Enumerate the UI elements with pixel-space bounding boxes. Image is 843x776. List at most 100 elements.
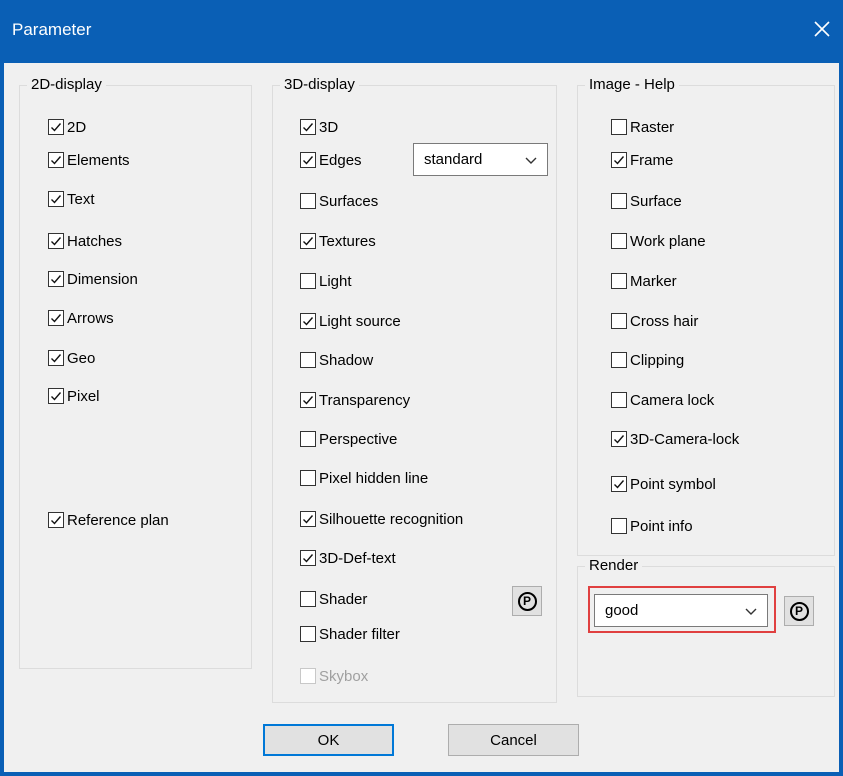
checkbox-label: Shader filter bbox=[319, 625, 400, 643]
checkbox-skybox: Skybox bbox=[300, 664, 368, 688]
checkbox-checked-icon bbox=[300, 152, 316, 168]
checkbox-unchecked-icon bbox=[611, 352, 627, 368]
checkbox-text[interactable]: Text bbox=[48, 187, 95, 211]
shader-parameter-button[interactable]: P bbox=[512, 586, 542, 616]
checkbox-2d[interactable]: 2D bbox=[48, 115, 86, 139]
checkbox-label: Light source bbox=[319, 312, 401, 330]
render-quality-value: good bbox=[605, 602, 639, 619]
checkbox-shadow[interactable]: Shadow bbox=[300, 348, 373, 372]
checkbox-arrows[interactable]: Arrows bbox=[48, 306, 114, 330]
checkbox-label: Cross hair bbox=[630, 312, 699, 330]
checkbox-checked-icon bbox=[48, 233, 64, 249]
checkbox-label: Raster bbox=[630, 118, 675, 136]
checkbox-checked-icon bbox=[48, 152, 64, 168]
checkbox-checked-icon bbox=[300, 313, 316, 329]
checkbox-marker[interactable]: Marker bbox=[611, 269, 677, 293]
checkbox-perspective[interactable]: Perspective bbox=[300, 427, 397, 451]
checkbox-geo[interactable]: Geo bbox=[48, 346, 95, 370]
checkbox-light-source[interactable]: Light source bbox=[300, 309, 401, 333]
cancel-button-label: Cancel bbox=[490, 731, 537, 749]
checkbox-checked-icon bbox=[611, 152, 627, 168]
checkbox-checked-icon bbox=[300, 392, 316, 408]
checkbox-label: Point symbol bbox=[630, 475, 716, 493]
render-quality-select[interactable]: good bbox=[594, 594, 768, 627]
checkbox-surface[interactable]: Surface bbox=[611, 189, 682, 213]
checkbox-textures[interactable]: Textures bbox=[300, 229, 376, 253]
checkbox-unchecked-icon bbox=[611, 518, 627, 534]
checkbox-label: Frame bbox=[630, 151, 674, 169]
checkbox-label: Skybox bbox=[319, 667, 369, 685]
checkbox-3d-def-text[interactable]: 3D-Def-text bbox=[300, 546, 396, 570]
checkbox-label: Point info bbox=[630, 517, 693, 535]
group-2d-display-legend: 2D-display bbox=[27, 75, 106, 95]
checkbox-label: 2D bbox=[67, 118, 87, 136]
checkbox-clipping[interactable]: Clipping bbox=[611, 348, 684, 372]
checkbox-3d[interactable]: 3D bbox=[300, 115, 338, 139]
checkbox-checked-icon bbox=[48, 191, 64, 207]
checkbox-label: 3D-Def-text bbox=[319, 549, 396, 567]
checkbox-elements[interactable]: Elements bbox=[48, 148, 130, 172]
group-image-help-legend: Image - Help bbox=[585, 75, 679, 95]
ok-button[interactable]: OK bbox=[263, 724, 394, 756]
checkbox-unchecked-icon bbox=[611, 119, 627, 135]
checkbox-label: Textures bbox=[319, 232, 376, 250]
cancel-button[interactable]: Cancel bbox=[448, 724, 579, 756]
checkbox-raster[interactable]: Raster bbox=[611, 115, 674, 139]
checkbox-unchecked-icon bbox=[300, 626, 316, 642]
checkbox-label: Shadow bbox=[319, 351, 374, 369]
checkbox-checked-icon bbox=[48, 119, 64, 135]
chevron-down-icon bbox=[745, 604, 757, 621]
checkbox-label: Work plane bbox=[630, 232, 706, 250]
checkbox-shader-filter[interactable]: Shader filter bbox=[300, 622, 400, 646]
checkbox-point-symbol[interactable]: Point symbol bbox=[611, 472, 716, 496]
window-title: Parameter bbox=[12, 20, 92, 39]
checkbox-3d-camera-lock[interactable]: 3D-Camera-lock bbox=[611, 427, 739, 451]
edges-mode-select[interactable]: standard bbox=[413, 143, 548, 176]
checkbox-label: Silhouette recognition bbox=[319, 510, 464, 528]
checkbox-label: Perspective bbox=[319, 430, 398, 448]
checkbox-checked-icon bbox=[48, 271, 64, 287]
checkbox-transparency[interactable]: Transparency bbox=[300, 388, 410, 412]
checkbox-checked-icon bbox=[300, 119, 316, 135]
checkbox-point-info[interactable]: Point info bbox=[611, 514, 693, 538]
checkbox-label: Edges bbox=[319, 151, 362, 169]
checkbox-camera-lock[interactable]: Camera lock bbox=[611, 388, 714, 412]
checkbox-unchecked-icon bbox=[300, 193, 316, 209]
checkbox-frame[interactable]: Frame bbox=[611, 148, 673, 172]
checkbox-dimension[interactable]: Dimension bbox=[48, 267, 138, 291]
checkbox-label: Marker bbox=[630, 272, 677, 290]
checkbox-label: Light bbox=[319, 272, 352, 290]
checkbox-light[interactable]: Light bbox=[300, 269, 352, 293]
checkbox-label: Surfaces bbox=[319, 192, 379, 210]
render-parameter-button[interactable]: P bbox=[784, 596, 814, 626]
checkbox-work-plane[interactable]: Work plane bbox=[611, 229, 706, 253]
checkbox-checked-icon bbox=[48, 350, 64, 366]
checkbox-label: Elements bbox=[67, 151, 130, 169]
checkbox-reference-plan[interactable]: Reference plan bbox=[48, 508, 169, 532]
checkbox-checked-icon bbox=[48, 512, 64, 528]
checkbox-checked-icon bbox=[611, 431, 627, 447]
checkbox-unchecked-icon bbox=[611, 193, 627, 209]
checkbox-shader[interactable]: Shader bbox=[300, 587, 367, 611]
checkbox-label: Arrows bbox=[67, 309, 114, 327]
checkbox-pixel[interactable]: Pixel bbox=[48, 384, 100, 408]
window-frame-bottom bbox=[0, 772, 843, 776]
checkbox-edges[interactable]: Edges bbox=[300, 148, 362, 172]
checkbox-label: Transparency bbox=[319, 391, 411, 409]
checkbox-label: 3D bbox=[319, 118, 339, 136]
checkbox-hatches[interactable]: Hatches bbox=[48, 229, 122, 253]
checkbox-surfaces[interactable]: Surfaces bbox=[300, 189, 378, 213]
chevron-down-icon bbox=[525, 153, 537, 170]
checkbox-silhouette-recognition[interactable]: Silhouette recognition bbox=[300, 507, 463, 531]
group-render-legend: Render bbox=[585, 556, 643, 576]
checkbox-pixel-hidden-line[interactable]: Pixel hidden line bbox=[300, 466, 428, 490]
checkbox-label: Reference plan bbox=[67, 511, 169, 529]
checkbox-checked-icon bbox=[611, 476, 627, 492]
checkbox-cross-hair[interactable]: Cross hair bbox=[611, 309, 698, 333]
checkbox-label: Pixel bbox=[67, 387, 100, 405]
parameter-p-icon: P bbox=[517, 591, 537, 611]
checkbox-label: Dimension bbox=[67, 270, 138, 288]
close-button[interactable] bbox=[807, 14, 837, 44]
checkbox-unchecked-icon bbox=[300, 470, 316, 486]
checkbox-unchecked-icon bbox=[300, 273, 316, 289]
